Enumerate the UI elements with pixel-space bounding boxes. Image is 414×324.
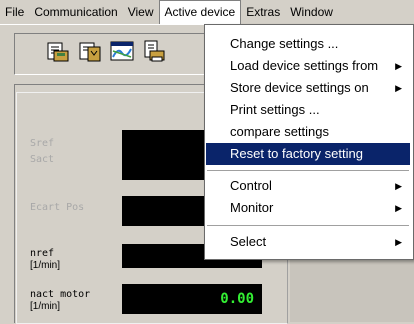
store-settings-icon: [79, 42, 101, 62]
nref-unit: [1/min]: [30, 260, 61, 271]
menu-communication[interactable]: Communication: [29, 1, 122, 23]
submenu-arrow-icon: ▶: [395, 181, 402, 191]
active-device-menu: Change settings ... Load device settings…: [204, 24, 414, 260]
row-label-ecart-pos: Ecart Pos: [30, 202, 85, 213]
menu-item-label: compare settings: [230, 124, 329, 139]
monitor-button[interactable]: [108, 37, 136, 65]
menu-view[interactable]: View: [123, 1, 159, 23]
load-settings-button[interactable]: [44, 37, 72, 65]
submenu-arrow-icon: ▶: [395, 203, 402, 213]
menu-item-label: Reset to factory setting: [230, 146, 363, 161]
menu-item-select[interactable]: Select ▶: [206, 231, 410, 253]
nref-label: nref: [30, 248, 55, 259]
menu-item-reset-factory[interactable]: Reset to factory setting: [206, 143, 410, 165]
print-button[interactable]: [140, 37, 168, 65]
submenu-arrow-icon: ▶: [395, 237, 402, 247]
menu-item-label: Load device settings from: [230, 58, 379, 73]
menu-item-label: Print settings ...: [230, 102, 320, 117]
submenu-arrow-icon: ▶: [395, 61, 402, 71]
menu-extras[interactable]: Extras: [241, 1, 285, 23]
print-preview-icon: [144, 40, 165, 62]
menu-item-label: Store device settings on: [230, 80, 369, 95]
menu-item-compare-settings[interactable]: compare settings: [206, 121, 410, 143]
menu-item-control[interactable]: Control ▶: [206, 175, 410, 197]
menu-separator: [207, 170, 409, 171]
row-label-sref: Sref: [30, 138, 55, 149]
submenu-arrow-icon: ▶: [395, 83, 402, 93]
menu-active-device[interactable]: Active device: [158, 0, 242, 24]
menu-item-change-settings[interactable]: Change settings ...: [206, 33, 410, 55]
menu-file[interactable]: File: [0, 1, 29, 23]
row-label-nref: nref [1/min]: [30, 248, 60, 271]
menu-bar: File Communication View Active device Ex…: [0, 0, 414, 24]
menu-item-load-device-settings[interactable]: Load device settings from ▶: [206, 55, 410, 77]
store-settings-button[interactable]: [76, 37, 104, 65]
row-label-nact-motor: nact motor [1/min]: [30, 289, 90, 312]
nact-motor-label: nact motor: [30, 289, 91, 300]
row-label-sact: Sact: [30, 154, 55, 165]
menu-item-label: Monitor: [230, 200, 274, 215]
menu-window[interactable]: Window: [285, 1, 338, 23]
nact-motor-unit: [1/min]: [30, 301, 61, 312]
menu-item-label: Change settings ...: [230, 36, 339, 51]
menu-item-label: Select: [230, 234, 267, 249]
monitor-chart-icon: [110, 41, 134, 61]
menu-item-print-settings[interactable]: Print settings ...: [206, 99, 410, 121]
menu-item-label: Control: [230, 178, 272, 193]
menu-separator: [207, 225, 409, 226]
menu-item-monitor[interactable]: Monitor ▶: [206, 197, 410, 219]
menu-item-store-device-settings[interactable]: Store device settings on ▶: [206, 77, 410, 99]
display-nact-motor: 0.00: [122, 284, 262, 314]
load-settings-icon: [47, 42, 69, 62]
